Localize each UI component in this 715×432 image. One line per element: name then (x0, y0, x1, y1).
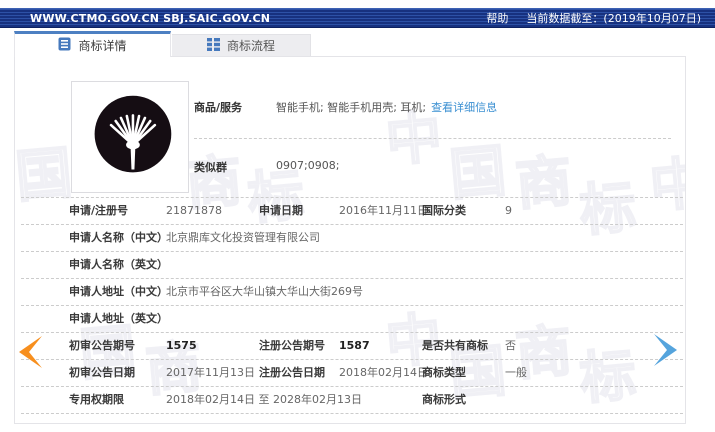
field-value: 2018年02月14日 (339, 366, 428, 379)
field-value: 否 (505, 339, 516, 352)
fan-logo-icon (94, 95, 172, 173)
table-row: 初审公告日期 2017年11月13日 注册公告日期 2018年02月14日 商标… (21, 360, 683, 387)
tab-trademark-process[interactable]: 商标流程 (172, 34, 311, 56)
field-label: 申请日期 (259, 204, 303, 217)
top-navigation-bar: WWW.CTMO.GOV.CN SBJ.SAIC.GOV.CN 帮助 当前数据截… (0, 8, 715, 28)
trademark-detail-page: WWW.CTMO.GOV.CN SBJ.SAIC.GOV.CN 帮助 当前数据截… (0, 0, 715, 432)
goods-services-label: 商品/服务 (194, 101, 243, 114)
table-row: 申请人地址（中文） 北京市平谷区大华山镇大华山大街269号 (21, 279, 683, 306)
dashed-divider (194, 138, 671, 139)
tab-trademark-details[interactable]: 商标详情 (14, 31, 171, 57)
table-row: 申请/注册号 21871878 申请日期 2016年11月11日 国际分类 9 (21, 198, 683, 225)
field-label: 是否共有商标 (422, 339, 488, 352)
similar-group-value: 0907;0908; (276, 159, 340, 172)
trademark-detail-card: 商品/服务 智能手机; 智能手机用壳; 耳机; 查看详细信息 类似群 0907;… (14, 56, 686, 424)
field-value: 北京市平谷区大华山镇大华山大街269号 (166, 285, 363, 298)
similar-group-label: 类似群 (194, 161, 227, 174)
field-value: 2018年02月14日 至 2028年02月13日 (166, 393, 362, 406)
field-label: 注册公告日期 (259, 366, 325, 379)
site-urls: WWW.CTMO.GOV.CN SBJ.SAIC.GOV.CN (30, 11, 271, 25)
table-row: 专用权期限 2018年02月14日 至 2028年02月13日 商标形式 (21, 387, 683, 414)
list-icon (206, 37, 220, 54)
field-value: 2016年11月11日 (339, 204, 428, 217)
field-value: 1587 (339, 339, 370, 352)
field-label: 申请人地址（中文） (69, 285, 168, 298)
field-label: 商标类型 (422, 366, 466, 379)
field-value: 21871878 (166, 204, 222, 217)
table-row: 初审公告期号 1575 注册公告期号 1587 是否共有商标 否 (21, 333, 683, 360)
tab-label: 商标流程 (226, 39, 275, 53)
field-value: 9 (505, 204, 512, 217)
field-label: 注册公告期号 (259, 339, 325, 352)
table-row: 申请人名称（中文） 北京鼎库文化投资管理有限公司 (21, 225, 683, 252)
table-row: 申请人地址（英文） (21, 306, 683, 333)
field-value: 北京鼎库文化投资管理有限公司 (166, 231, 320, 244)
data-cutoff-date: 当前数据截至：(2019年10月07日) (526, 12, 701, 25)
table-row: 申请人名称（英文） (21, 252, 683, 279)
next-arrow-button[interactable] (652, 333, 680, 370)
field-label: 初审公告日期 (69, 366, 135, 379)
field-label: 申请人名称（中文） (69, 231, 168, 244)
help-link[interactable]: 帮助 (486, 10, 508, 26)
field-label: 初审公告期号 (69, 339, 135, 352)
view-details-link[interactable]: 查看详细信息 (431, 99, 497, 115)
field-value: 1575 (166, 339, 197, 352)
document-icon (58, 37, 71, 54)
field-label: 商标形式 (422, 393, 466, 406)
field-value: 2017年11月13日 (166, 366, 255, 379)
trademark-image (71, 81, 189, 193)
field-label: 专用权期限 (69, 393, 124, 406)
fields-table: 申请/注册号 21871878 申请日期 2016年11月11日 国际分类 9 … (21, 197, 683, 414)
field-label: 国际分类 (422, 204, 466, 217)
goods-services-value: 智能手机; 智能手机用壳; 耳机; (276, 101, 427, 114)
field-label: 申请人地址（英文） (69, 312, 168, 325)
field-label: 申请人名称（英文） (69, 258, 168, 271)
tab-label: 商标详情 (78, 39, 127, 53)
previous-arrow-button[interactable] (16, 335, 44, 372)
field-label: 申请/注册号 (69, 204, 129, 217)
field-value: 一般 (505, 366, 527, 379)
